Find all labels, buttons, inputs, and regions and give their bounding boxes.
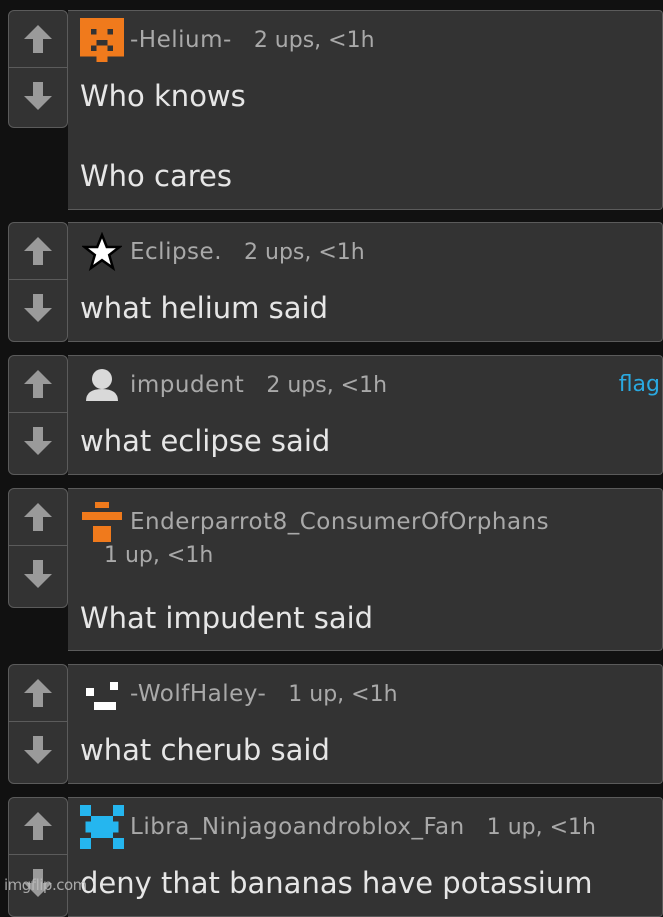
arrow-up-icon [24,503,52,531]
username[interactable]: -WolfHaley- [130,681,266,707]
comment-body: Enderparrot8_ConsumerOfOrphans 1 up, <1h… [68,488,663,651]
arrow-down-icon [24,427,52,455]
upvote-button[interactable] [9,223,67,279]
arrow-up-icon [24,370,52,398]
comment-stats: 2 ups, <1h [266,372,388,398]
comment: Libra_Ninjagoandroblox_Fan 1 up, <1h den… [8,797,663,917]
vote-panel [8,664,68,784]
vote-panel [8,488,68,608]
downvote-button[interactable] [9,721,67,778]
default-user-icon[interactable] [80,363,124,407]
comment-stats: 1 up, <1h [486,814,596,840]
upvote-button[interactable] [9,356,67,412]
arrow-up-icon [24,237,52,265]
comment-body: impudent 2 ups, <1h flag what eclipse sa… [68,355,663,475]
arrow-down-icon [24,736,52,764]
orange-bars-icon[interactable] [80,500,124,544]
comment-stats: 1 up, <1h [104,543,214,568]
comment-meta: Eclipse. 2 ups, <1h [80,227,365,277]
comment-meta: Libra_Ninjagoandroblox_Fan 1 up, <1h [80,802,596,852]
flag-link[interactable]: flag [619,372,660,397]
upvote-button[interactable] [9,11,67,67]
arrow-down-icon [24,294,52,322]
comment-meta: -WolfHaley- 1 up, <1h [80,669,398,719]
comment-text: what helium said [80,291,328,325]
comment: Enderparrot8_ConsumerOfOrphans 1 up, <1h… [8,488,663,651]
white-pixel-face-icon[interactable] [80,672,124,716]
arrow-up-icon [24,25,52,53]
comment-body: Libra_Ninjagoandroblox_Fan 1 up, <1h den… [68,797,663,917]
comment-text: What impudent said [80,601,374,635]
downvote-button[interactable] [9,545,67,602]
comment-stats: 2 ups, <1h [253,27,375,53]
comment: -WolfHaley- 1 up, <1h what cherub said [8,664,663,784]
blue-pixel-x-icon[interactable] [80,805,124,849]
comment-meta: -Helium- 2 ups, <1h [80,15,375,65]
arrow-down-icon [24,560,52,588]
vote-panel [8,355,68,475]
downvote-button[interactable] [9,279,67,336]
orange-pixel-face-icon[interactable] [80,18,124,62]
comment-stats: 2 ups, <1h [244,239,365,265]
vote-panel [8,10,68,128]
comment-text: Who cares [80,159,232,193]
comment-stats: 1 up, <1h [288,681,398,707]
username[interactable]: Enderparrot8_ConsumerOfOrphans [130,509,549,535]
username[interactable]: Eclipse. [130,239,222,265]
upvote-button[interactable] [9,489,67,545]
username[interactable]: impudent [130,372,244,398]
comment: impudent 2 ups, <1h flag what eclipse sa… [8,355,663,475]
username[interactable]: Libra_Ninjagoandroblox_Fan [130,814,465,840]
comment: -Helium- 2 ups, <1h Who knows Who cares [8,10,663,210]
comment-meta: impudent 2 ups, <1h [80,360,387,410]
comment-text: what eclipse said [80,424,331,458]
imgflip-watermark: imgflip.com [4,876,87,894]
vote-panel [8,222,68,342]
comment-body: -WolfHaley- 1 up, <1h what cherub said [68,664,663,784]
upvote-button[interactable] [9,665,67,721]
arrow-down-icon [24,82,52,110]
comment-text: Who knows [80,79,246,113]
comment-body: Eclipse. 2 ups, <1h what helium said [68,222,663,342]
comment-meta: Enderparrot8_ConsumerOfOrphans [80,497,571,547]
comment-body: -Helium- 2 ups, <1h Who knows Who cares [68,10,663,210]
downvote-button[interactable] [9,67,67,124]
vote-panel [8,797,68,917]
star-icon[interactable] [80,230,124,274]
arrow-up-icon [24,679,52,707]
comment-text: what cherub said [80,733,330,767]
arrow-up-icon [24,812,52,840]
username[interactable]: -Helium- [130,27,232,53]
comment-text: deny that bananas have potassium [80,866,593,900]
comment: Eclipse. 2 ups, <1h what helium said [8,222,663,342]
downvote-button[interactable] [9,412,67,469]
upvote-button[interactable] [9,798,67,854]
